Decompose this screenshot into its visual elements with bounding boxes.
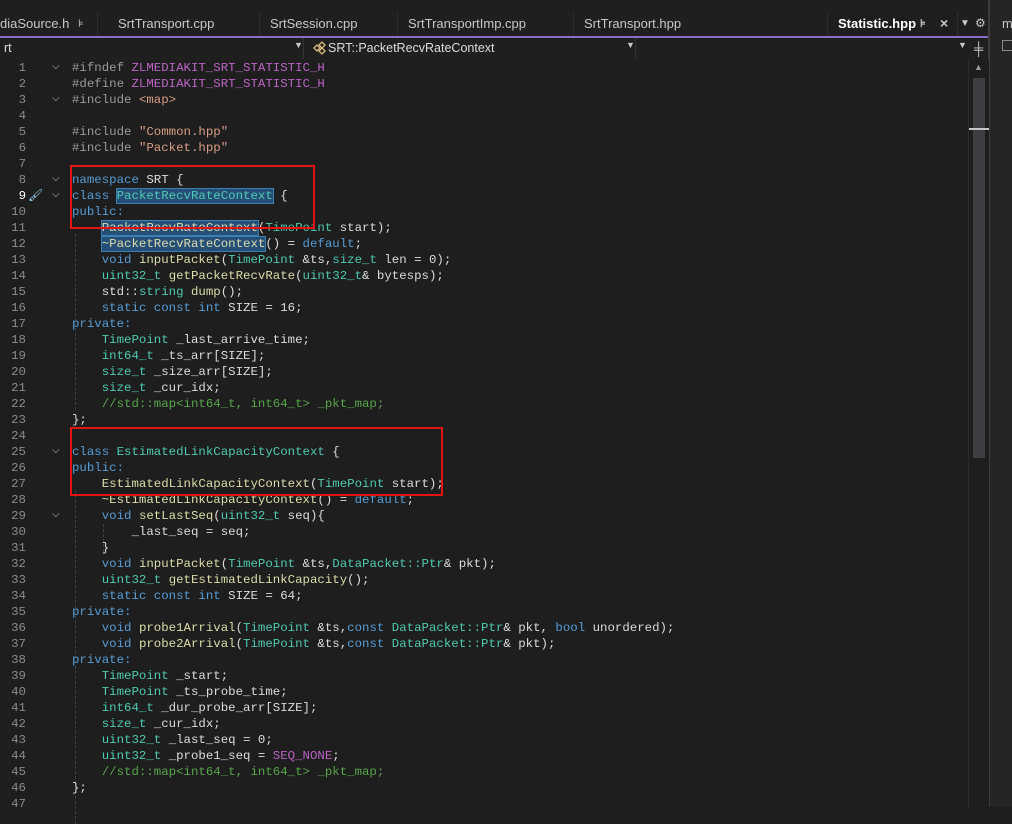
collapse-icon[interactable]: ⌵ [52,172,60,188]
class-icon [313,41,326,55]
tab-label: Statistic.hpp [838,16,917,31]
code-line: 30 _last_seq = seq; [11,525,251,539]
collapse-icon[interactable]: ⌵ [52,188,60,204]
chevron-down-icon: ▼ [294,40,303,50]
code-line: 3 ⌵ #include <map> [18,92,177,108]
tab-diasource-h[interactable]: diaSource.h ⊧ [0,12,98,36]
tab-overflow-icon[interactable]: ▼ [960,18,970,29]
code-editor[interactable]: 1 ⌵ #ifndef ZLMEDIAKIT_SRT_STATISTIC_H 2 #d… [0,60,968,824]
code-line: 4 [18,109,26,123]
tab-label: SrtTransport.cpp [118,16,215,31]
code-line: 16 static const int SIZE = 16; [11,301,303,315]
code-line: 35 private: [11,605,132,619]
navigation-bar: rt ▼ SRT::PacketRecvRateContext ▼ ▼ ╪ [0,38,988,61]
code-line: 34 static const int SIZE = 64; [11,589,303,603]
code-line: 12 ~PacketRecvRateContext() = default; [11,236,363,252]
code-line: 37 void probe2Arrival(TimePoint &ts,cons… [11,637,556,651]
code-line: 47 [11,797,26,811]
code-line: 40 TimePoint _ts_probe_time; [11,685,288,699]
code-line: 13 void inputPacket(TimePoint &ts,size_t… [11,253,452,267]
code-line: 29 ⌵ void setLastSeq(uint32_t seq){ [11,508,325,524]
tab-statistic-hpp[interactable]: Statistic.hpp ⊧ × [830,12,958,36]
scrollbar-caret-marker [969,128,989,130]
code-line: 45 //std::map<int64_t, int64_t> _pkt_map… [11,765,385,779]
tab-srttransport-hpp[interactable]: SrtTransport.hpp [576,12,828,36]
member-dropdown[interactable]: ▼ [640,38,970,59]
code-line: 1 ⌵ #ifndef ZLMEDIAKIT_SRT_STATISTIC_H [18,60,325,76]
code-line: 36 void probe1Arrival(TimePoint &ts,cons… [11,621,675,635]
gear-icon[interactable]: ⚙ [975,16,986,30]
right-side-panel: m [988,0,1012,807]
collapse-icon[interactable]: ⌵ [52,444,60,460]
code-line: 2 #define ZLMEDIAKIT_SRT_STATISTIC_H [18,77,325,91]
collapse-icon[interactable]: ⌵ [52,60,60,76]
annotation-box-estimated-link-capacity-context [70,427,443,496]
tab-label: SrtSession.cpp [270,16,358,31]
code-line: 15 std::string dump(); [11,285,244,299]
chevron-down-icon: ▼ [626,40,635,50]
panel-icon[interactable] [1002,40,1012,51]
project-dropdown-value: rt [4,41,12,55]
close-icon[interactable]: × [940,15,948,31]
code-line: 23}; [11,413,87,427]
code-line: 41 int64_t _dur_probe_arr[SIZE]; [11,701,318,715]
document-tab-bar: diaSource.h ⊧ SrtTransport.cpp SrtSessio… [0,0,1012,36]
code-line: 6 #include "Packet.hpp" [18,141,229,155]
tab-srttransportimp-cpp[interactable]: SrtTransportImp.cpp [400,12,574,36]
tab-label: SrtTransport.hpp [584,16,682,31]
scope-dropdown-value: SRT::PacketRecvRateContext [328,41,495,55]
code-line: 33 uint32_t getEstimatedLinkCapacity(); [11,573,370,587]
code-line: 39 TimePoint _start; [11,669,229,683]
code-line: 21 size_t _cur_idx; [11,381,221,395]
tab-label: diaSource.h [0,16,70,31]
code-line: 31 } [11,541,110,555]
tab-label: SrtTransportImp.cpp [408,16,527,31]
vertical-scrollbar[interactable]: ▲ [968,60,989,807]
code-line: 14 uint32_t getPacketRecvRate(uint32_t& … [11,269,444,283]
scrollbar-thumb[interactable] [973,78,985,458]
code-line: 22 //std::map<int64_t, int64_t> _pkt_map… [11,397,385,411]
annotation-box-packet-recv-rate-context [70,165,315,229]
project-dropdown[interactable]: rt ▼ [0,38,304,59]
code-line: 32 void inputPacket(TimePoint &ts,DataPa… [11,557,496,571]
code-line: 42 size_t _cur_idx; [11,717,221,731]
code-line: 18 TimePoint _last_arrive_time; [11,333,310,347]
pin-icon[interactable]: ⊧ [78,17,84,30]
chevron-down-icon: ▼ [958,40,967,50]
code-line: 19 int64_t _ts_arr[SIZE]; [11,349,266,363]
code-line: 46}; [11,781,87,795]
code-line: 5 #include "Common.hpp" [18,125,229,139]
collapse-icon[interactable]: ⌵ [52,508,60,524]
code-line: 20 size_t _size_arr[SIZE]; [11,365,273,379]
scroll-up-icon[interactable]: ▲ [974,62,983,72]
split-window-icon[interactable]: ╪ [974,41,983,56]
code-line: 38 private: [11,653,132,667]
scope-dropdown[interactable]: SRT::PacketRecvRateContext ▼ [306,38,636,59]
code-line: 44 uint32_t _probe1_seq = SEQ_NONE; [11,749,340,763]
code-line: 17 private: [11,317,132,331]
code-line: 43 uint32_t _last_seq = 0; [11,733,273,747]
brush-icon[interactable]: 🖌 [28,188,43,204]
tab-srtsession-cpp[interactable]: SrtSession.cpp [262,12,398,36]
panel-title: m [1002,16,1012,31]
tab-srttransport-cpp[interactable]: SrtTransport.cpp [110,12,260,36]
pin-icon[interactable]: ⊧ [920,17,926,30]
collapse-icon[interactable]: ⌵ [52,92,60,108]
